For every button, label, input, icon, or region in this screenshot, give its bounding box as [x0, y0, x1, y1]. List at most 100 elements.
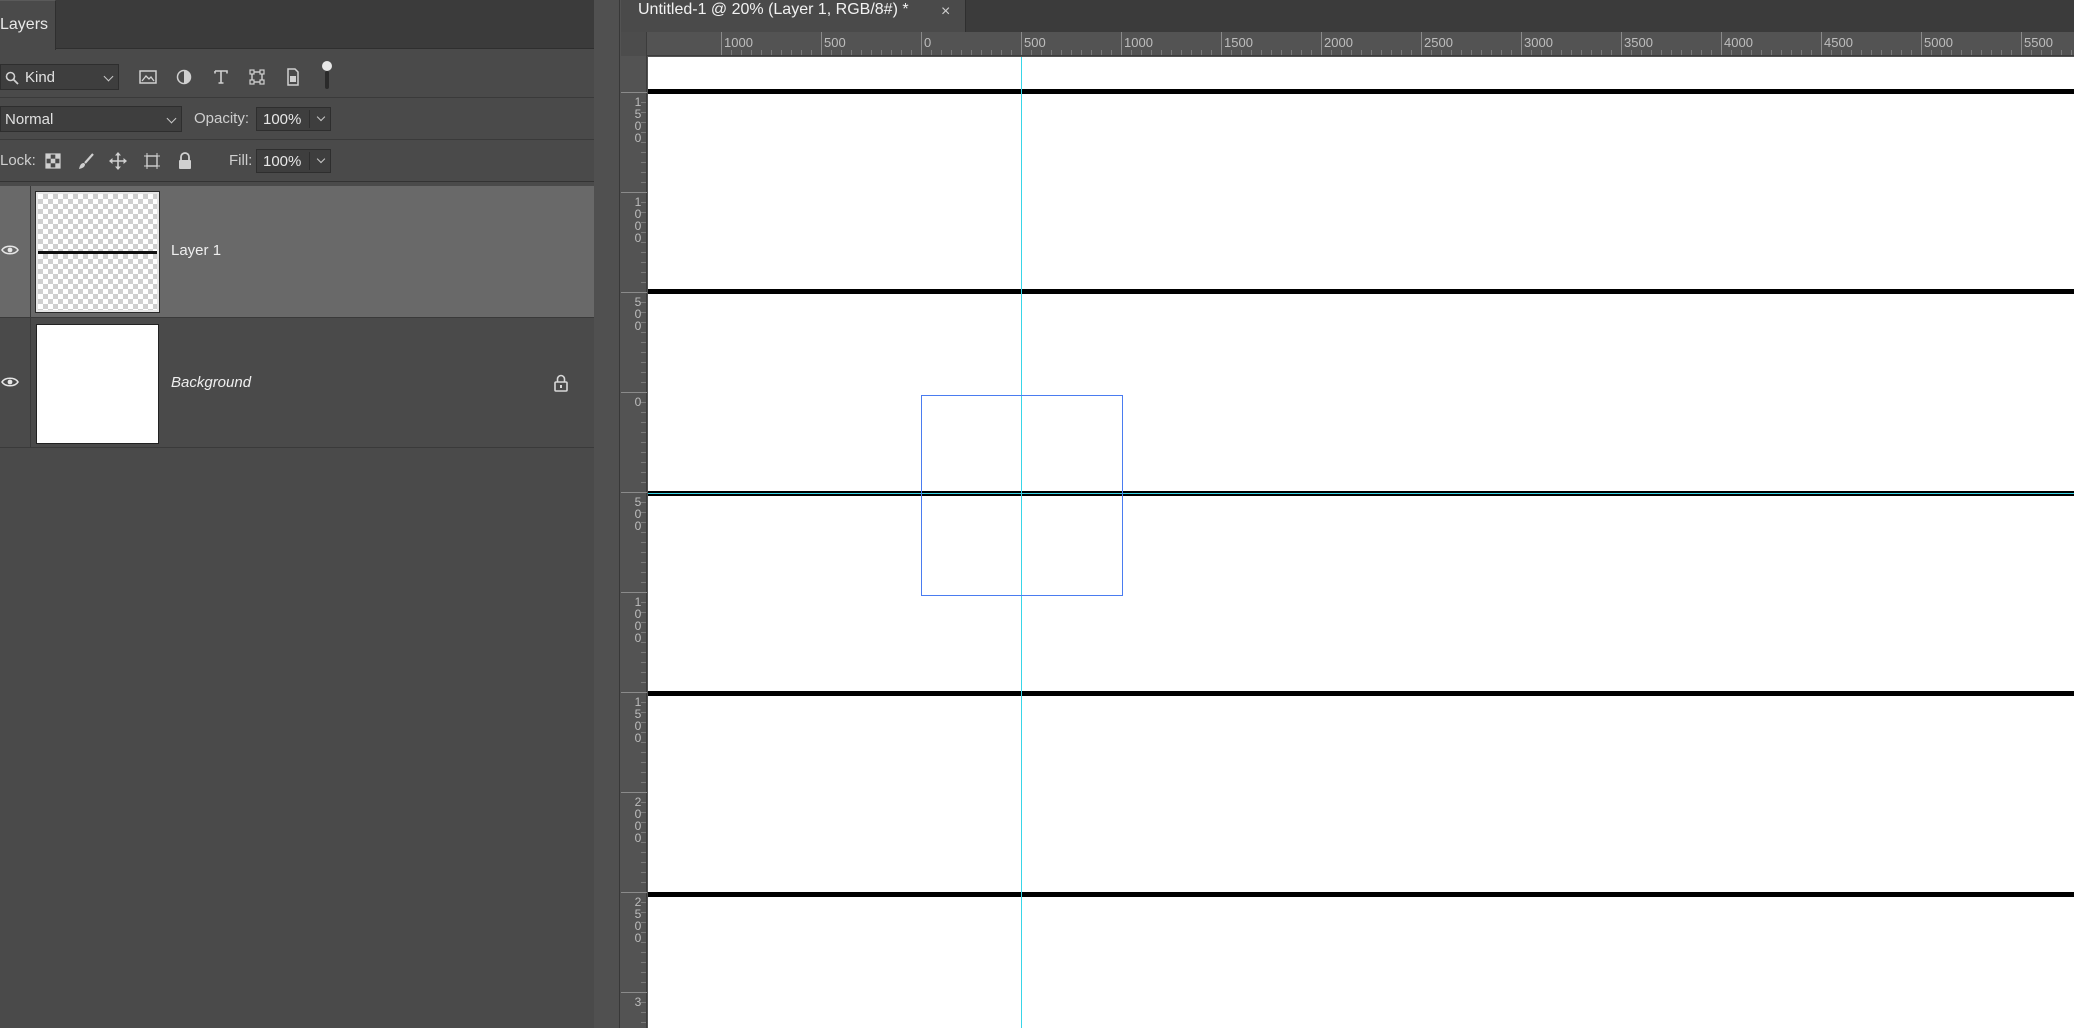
visibility-toggle[interactable]: [0, 186, 31, 317]
ruler-minor-tick: [1731, 50, 1732, 55]
ruler-minor-tick: [641, 1002, 646, 1003]
lock-row: Lock: Fill: 100%: [0, 140, 594, 182]
ruler-minor-tick: [1481, 50, 1482, 55]
ruler-minor-tick: [641, 302, 646, 303]
ruler-minor-tick: [641, 602, 646, 603]
ruler-minor-tick: [961, 50, 962, 55]
ruler-tick: [621, 292, 647, 293]
ruler-tick-label: 2000: [1324, 35, 1353, 50]
document-canvas[interactable]: [648, 57, 2074, 1028]
lock-artboard-icon[interactable]: [141, 150, 163, 172]
ruler-minor-tick: [1241, 50, 1242, 55]
ruler-minor-tick: [641, 982, 646, 983]
lock-icon[interactable]: [553, 374, 569, 392]
chevron-down-icon[interactable]: [316, 154, 326, 164]
ruler-minor-tick: [1681, 50, 1682, 55]
opacity-field[interactable]: 100%: [256, 107, 331, 131]
ruler-minor-tick: [641, 1012, 646, 1013]
ruler-minor-tick: [641, 902, 646, 903]
filter-kind-value: Kind: [25, 69, 56, 86]
ruler-minor-tick: [1391, 50, 1392, 55]
ruler-minor-tick: [1181, 50, 1182, 55]
selection-bounding-box[interactable]: [921, 395, 1123, 596]
ruler-minor-tick: [1851, 50, 1852, 55]
ruler-minor-tick: [1111, 50, 1112, 55]
ruler-minor-tick: [641, 962, 646, 963]
ruler-minor-tick: [871, 50, 872, 55]
lock-pixels-brush-icon[interactable]: [75, 150, 97, 172]
ruler-minor-tick: [981, 50, 982, 55]
blend-mode-value: Normal: [5, 111, 54, 128]
document-tab[interactable]: Untitled-1 @ 20% (Layer 1, RGB/8#) * ×: [621, 0, 966, 32]
ruler-minor-tick: [1771, 50, 1772, 55]
type-filter-icon[interactable]: [210, 66, 232, 88]
layer-thumbnail[interactable]: [36, 324, 159, 444]
layer-name[interactable]: Layer 1: [171, 242, 221, 259]
ruler-minor-tick: [771, 50, 772, 55]
lock-transparency-icon[interactable]: [42, 150, 64, 172]
document-tab-bar: Untitled-1 @ 20% (Layer 1, RGB/8#) * ×: [621, 0, 2074, 32]
ruler-tick-label: 4000: [1724, 35, 1753, 50]
layer-thumbnail[interactable]: [35, 191, 160, 313]
fill-field[interactable]: 100%: [256, 149, 331, 173]
ruler-minor-tick: [641, 872, 646, 873]
lock-all-icon[interactable]: [174, 150, 196, 172]
adjustment-filter-icon[interactable]: [173, 66, 195, 88]
ruler-tick: [821, 32, 822, 55]
ruler-minor-tick: [1291, 50, 1292, 55]
ruler-minor-tick: [1971, 50, 1972, 55]
ruler-minor-tick: [1751, 50, 1752, 55]
tab-layers[interactable]: Layers: [0, 0, 56, 50]
search-icon: [5, 71, 19, 85]
ruler-minor-tick: [1981, 50, 1982, 55]
chevron-down-icon: [166, 113, 177, 124]
panel-divider[interactable]: [594, 0, 620, 1028]
ruler-minor-tick: [1761, 50, 1762, 55]
ruler-minor-tick: [1191, 50, 1192, 55]
vertical-ruler[interactable]: 15001000500050010001500200025003: [621, 56, 647, 1028]
ruler-origin[interactable]: [621, 32, 647, 56]
ruler-minor-tick: [641, 472, 646, 473]
smart-object-filter-icon[interactable]: [282, 66, 304, 88]
fill-value: 100%: [263, 153, 302, 170]
layer-row-layer-1[interactable]: Layer 1: [0, 186, 594, 318]
ruler-tick: [1921, 32, 1922, 55]
ruler-minor-tick: [641, 802, 646, 803]
ruler-minor-tick: [1261, 50, 1262, 55]
ruler-tick: [1721, 32, 1722, 55]
ruler-tick-label: 3500: [1624, 35, 1653, 50]
lock-position-move-icon[interactable]: [107, 150, 129, 172]
ruler-minor-tick: [1041, 50, 1042, 55]
ruler-minor-tick: [1911, 50, 1912, 55]
horizontal-ruler[interactable]: 1000 500 0 500 1000 1500 2000 2500 3000 3500 4000 4…: [621, 32, 2074, 56]
ruler-minor-tick: [931, 50, 932, 55]
ruler-minor-tick: [641, 252, 646, 253]
chevron-down-icon[interactable]: [316, 112, 326, 122]
shape-filter-icon[interactable]: [246, 66, 268, 88]
ruler-tick: [1521, 32, 1522, 55]
ruler-tick: [1321, 32, 1322, 55]
filter-kind-dropdown[interactable]: Kind: [0, 64, 119, 90]
ruler-tick-label: 4500: [1824, 35, 1853, 50]
image-filter-icon[interactable]: [137, 66, 159, 88]
ruler-minor-tick: [1071, 50, 1072, 55]
ruler-minor-tick: [1891, 50, 1892, 55]
ruler-minor-tick: [1951, 50, 1952, 55]
ruler-minor-tick: [641, 122, 646, 123]
ruler-minor-tick: [751, 50, 752, 55]
ruler-minor-tick: [641, 712, 646, 713]
ruler-tick: [621, 92, 647, 93]
ruler-minor-tick: [641, 522, 646, 523]
horizontal-guide[interactable]: [648, 493, 2074, 494]
panel-tab-bar: Layers: [0, 0, 594, 50]
layer-row-background[interactable]: Background: [0, 318, 594, 448]
ruler-minor-tick: [1541, 50, 1542, 55]
visibility-toggle[interactable]: [0, 318, 31, 447]
thumbnail-line: [38, 251, 157, 254]
filter-toggle-switch[interactable]: [322, 61, 332, 89]
ruler-minor-tick: [791, 50, 792, 55]
blend-mode-dropdown[interactable]: Normal: [0, 106, 182, 132]
close-icon[interactable]: ×: [941, 3, 950, 21]
ruler-minor-tick: [1631, 50, 1632, 55]
layer-name[interactable]: Background: [171, 374, 251, 391]
